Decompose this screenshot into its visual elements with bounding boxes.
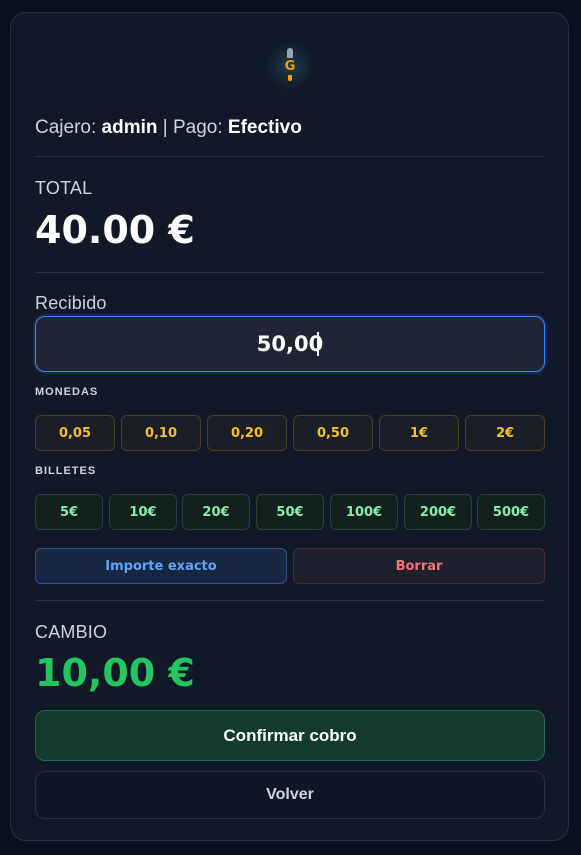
total-value: 40.00 € — [35, 208, 195, 252]
payment-label: Pago: — [172, 117, 223, 138]
total-label: TOTAL — [35, 178, 93, 198]
divider — [35, 600, 545, 601]
coins-label: MONEDAS — [35, 386, 99, 398]
bill-button-20[interactable]: 20€ — [182, 494, 250, 530]
coin-button-2[interactable]: 2€ — [465, 415, 545, 451]
payment-method: Efectivo — [227, 117, 302, 138]
back-button[interactable]: Volver — [35, 771, 545, 819]
bill-button-200[interactable]: 200€ — [404, 494, 472, 530]
cashier-payment-info: Cajero: admin | Pago: Efectivo — [35, 117, 302, 139]
cashier-name: admin — [101, 117, 158, 138]
received-label: Recibido — [35, 293, 107, 313]
text-caret — [317, 332, 319, 356]
confirm-payment-button[interactable]: Confirmar cobro — [35, 710, 545, 761]
coin-button-0-10[interactable]: 0,10 — [121, 415, 201, 451]
divider — [35, 272, 545, 273]
change-label: CAMBIO — [35, 622, 108, 642]
logo-letter: G — [284, 58, 296, 74]
info-separator: | — [162, 117, 168, 138]
clear-button[interactable]: Borrar — [293, 548, 545, 584]
app-logo: G — [266, 42, 314, 90]
bill-button-50[interactable]: 50€ — [256, 494, 324, 530]
cashier-label: Cajero: — [35, 117, 97, 138]
bill-button-5[interactable]: 5€ — [35, 494, 103, 530]
bill-button-100[interactable]: 100€ — [330, 494, 398, 530]
coin-button-0-50[interactable]: 0,50 — [293, 415, 373, 451]
received-input[interactable] — [36, 317, 544, 371]
divider — [35, 156, 545, 157]
bill-button-10[interactable]: 10€ — [109, 494, 177, 530]
bill-button-500[interactable]: 500€ — [477, 494, 545, 530]
flame-icon — [288, 75, 292, 81]
change-value: 10,00 € — [35, 651, 195, 695]
coin-button-1[interactable]: 1€ — [379, 415, 459, 451]
coin-button-0-20[interactable]: 0,20 — [207, 415, 287, 451]
coin-button-0-05[interactable]: 0,05 — [35, 415, 115, 451]
rocket-icon — [287, 48, 293, 58]
received-input-wrapper — [35, 316, 545, 372]
bills-label: BILLETES — [35, 465, 97, 477]
exact-amount-button[interactable]: Importe exacto — [35, 548, 287, 584]
